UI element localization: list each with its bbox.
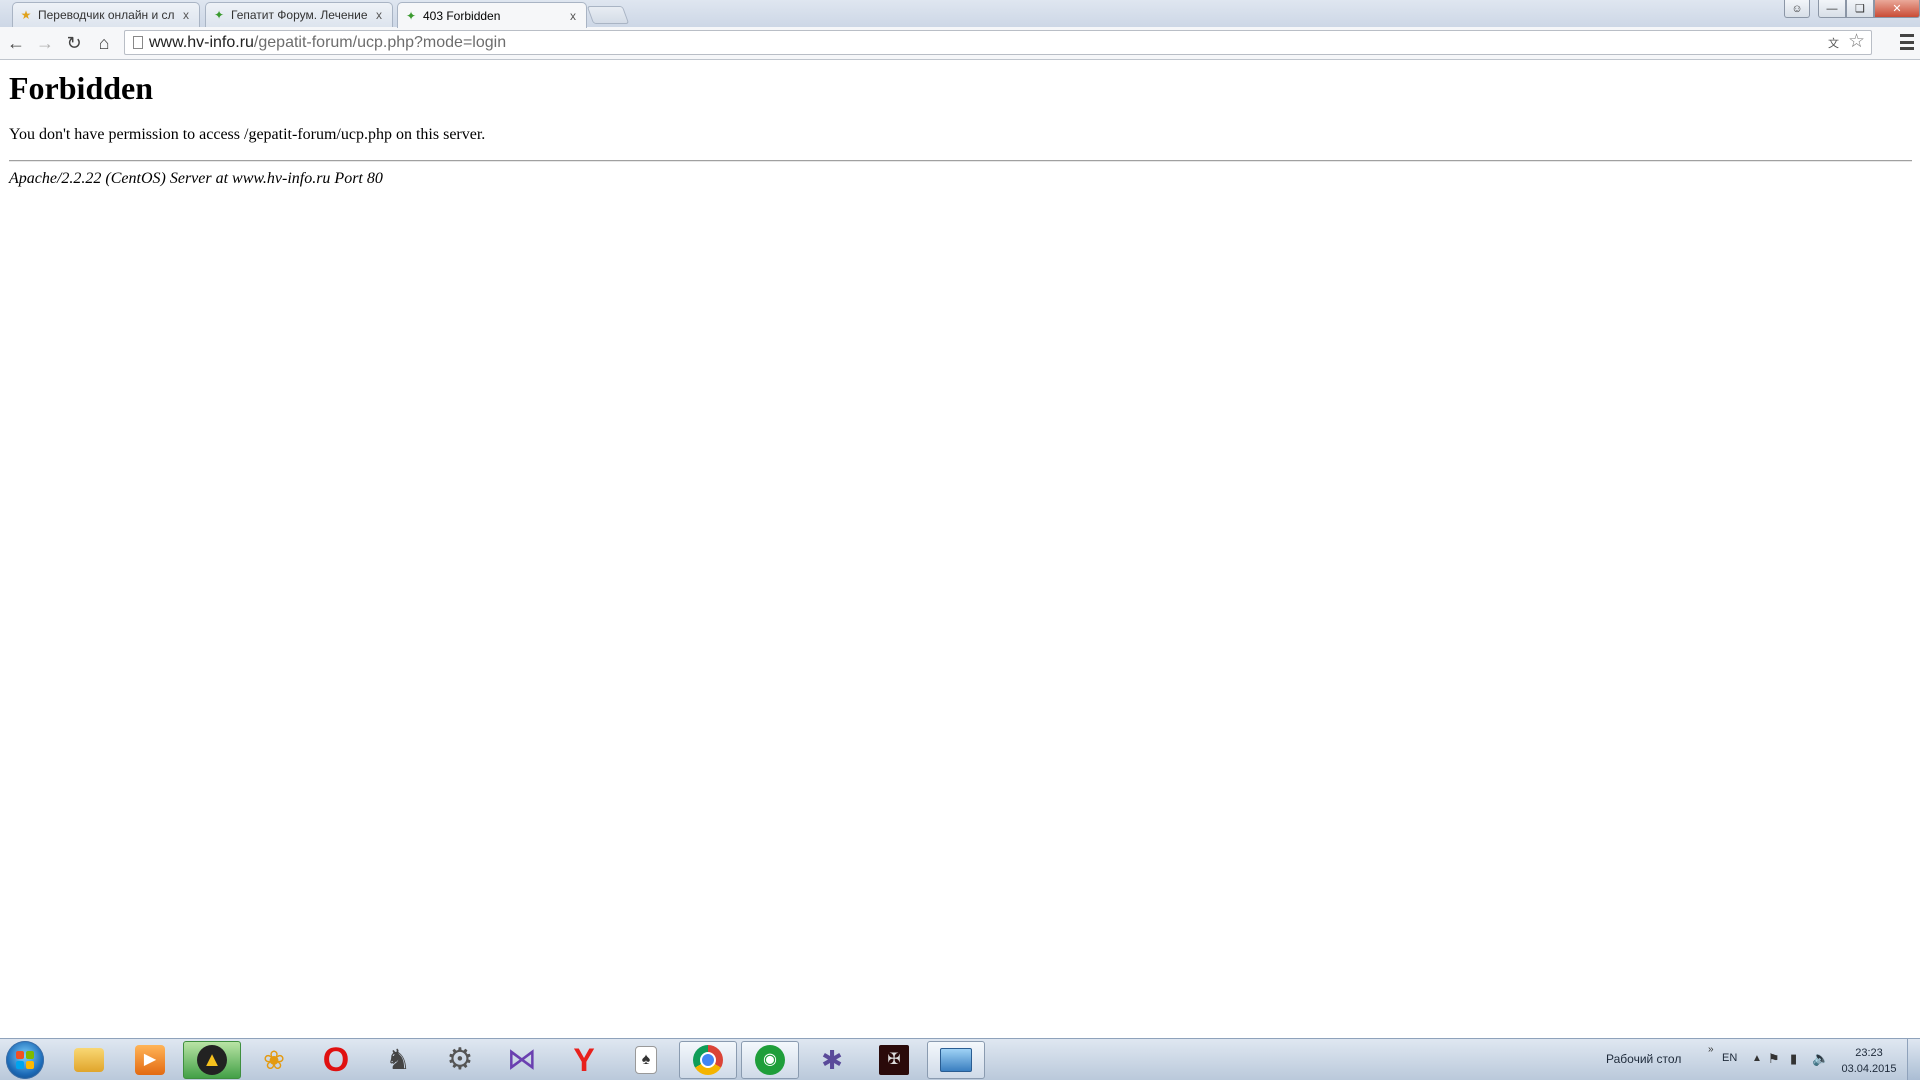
page-icon (133, 36, 143, 49)
tab-403-forbidden[interactable]: ✦ 403 Forbidden x (397, 2, 587, 28)
close-tab-icon[interactable]: x (179, 8, 193, 22)
close-tab-icon[interactable]: x (372, 8, 386, 22)
chrome-icon (693, 1045, 723, 1075)
windows-logo-icon (16, 1051, 34, 1069)
explorer-icon (74, 1048, 104, 1072)
taskbar-visual-studio[interactable]: ⋈ (493, 1041, 551, 1079)
tab-hepatitis-forum[interactable]: ✦ Гепатит Форум. Лечение x (205, 2, 393, 27)
opera-icon: O (322, 1041, 350, 1079)
dark-app-icon: ✠ (879, 1045, 909, 1075)
restore-button[interactable]: ❑ (1846, 0, 1874, 18)
taskbar-media-player[interactable]: ▶ (121, 1041, 179, 1079)
taskbar-yandex[interactable]: Y (555, 1041, 613, 1079)
star-icon[interactable]: ☆ (1848, 31, 1865, 53)
translate-favicon-icon: ★ (20, 8, 32, 22)
chess-icon: ♞ (385, 1044, 411, 1075)
leaf-favicon-icon: ✦ (213, 8, 225, 22)
browser-toolbar: ← → ↻ ⌂ www.hv-info.ru/gepatit-forum/ucp… (0, 27, 1920, 60)
home-icon[interactable]: ⌂ (92, 32, 116, 54)
taskbar-dark-app[interactable]: ✠ (865, 1041, 923, 1079)
reload-icon[interactable]: ↻ (62, 32, 86, 54)
error-message: You don't have permission to access /gep… (9, 126, 486, 143)
tab-title: Гепатит Форум. Лечение (231, 8, 368, 22)
forward-arrow-icon[interactable]: → (33, 32, 57, 54)
minimize-button[interactable]: — (1818, 0, 1846, 18)
taskbar-explorer[interactable] (60, 1041, 118, 1079)
translate-icon[interactable]: 文 (1826, 35, 1841, 50)
taskbar: ▶ ▲ ❀ O ♞ ⚙ ⋈ Y ♠ ◉ ✱ ✠ Рабочий стол » E… (0, 1038, 1920, 1080)
taskbar-aimp[interactable]: ▲ (183, 1041, 241, 1079)
new-tab-button[interactable] (586, 6, 630, 24)
show-desktop-button[interactable] (1907, 1039, 1920, 1080)
spider-icon: ✱ (821, 1045, 843, 1075)
taskbar-puzzle[interactable]: ❀ (245, 1041, 303, 1079)
clock[interactable]: 23:23 03.04.2015 (1834, 1045, 1904, 1077)
address-bar[interactable]: www.hv-info.ru/gepatit-forum/ucp.php?mod… (124, 30, 1872, 55)
solitaire-icon: ♠ (635, 1046, 657, 1074)
clock-date: 03.04.2015 (1841, 1063, 1897, 1075)
url-path: /gepatit-forum/ucp.php?mode=login (253, 34, 507, 51)
menu-icon[interactable] (1900, 34, 1914, 50)
tab-strip: ★ Переводчик онлайн и сл x ✦ Гепатит Фор… (0, 0, 1920, 28)
taskbar-solitaire[interactable]: ♠ (617, 1041, 675, 1079)
url-host: www.hv-info.ru (149, 34, 254, 51)
tab-title: Переводчик онлайн и сл (38, 8, 175, 22)
settings-gear-icon: ⚙ (446, 1043, 474, 1076)
taskbar-chess[interactable]: ♞ (369, 1041, 427, 1079)
action-center-flag-icon[interactable]: ⚑ (1768, 1051, 1780, 1067)
taskbar-spider[interactable]: ✱ (803, 1041, 861, 1079)
toolbar-chevron-icon[interactable]: » (1708, 1044, 1714, 1055)
back-arrow-icon[interactable]: ← (4, 32, 28, 54)
language-indicator[interactable]: EN (1722, 1052, 1737, 1064)
taskbar-settings[interactable]: ⚙ (431, 1041, 489, 1079)
taskbar-opera[interactable]: O (307, 1041, 365, 1079)
yandex-browser-icon: Y (573, 1042, 595, 1078)
tab-translator[interactable]: ★ Переводчик онлайн и сл x (12, 2, 200, 27)
network-icon[interactable]: ▮ (1790, 1051, 1797, 1067)
taskbar-picture-viewer[interactable] (927, 1041, 985, 1079)
start-button[interactable] (6, 1041, 44, 1079)
divider (9, 160, 1912, 162)
page-content: Forbidden You don't have permission to a… (0, 60, 1920, 1038)
server-signature: Apache/2.2.22 (CentOS) Server at www.hv-… (9, 170, 383, 187)
profile-icon[interactable]: ☺ (1784, 0, 1810, 18)
volume-icon[interactable]: 🔈 (1812, 1050, 1829, 1067)
picture-viewer-icon (940, 1048, 972, 1072)
clock-time: 23:23 (1855, 1047, 1883, 1059)
puzzle-app-icon: ❀ (263, 1045, 285, 1075)
taskbar-radio[interactable]: ◉ (741, 1041, 799, 1079)
close-window-button[interactable]: ✕ (1874, 0, 1920, 18)
page-title: Forbidden (9, 70, 154, 106)
url-text[interactable]: www.hv-info.ru/gepatit-forum/ucp.php?mod… (149, 34, 506, 52)
desktop-toolbar-label[interactable]: Рабочий стол (1606, 1052, 1681, 1066)
screen: ★ Переводчик онлайн и сл x ✦ Гепатит Фор… (0, 0, 1920, 1080)
show-hidden-icons-icon[interactable]: ▲ (1752, 1053, 1762, 1064)
visual-studio-icon: ⋈ (507, 1043, 537, 1076)
window-controls: ☺ — ❑ ✕ (1784, 0, 1920, 20)
radio-icon: ◉ (755, 1045, 785, 1075)
taskbar-chrome[interactable] (679, 1041, 737, 1079)
close-tab-icon[interactable]: x (566, 9, 580, 23)
media-player-icon: ▶ (135, 1045, 165, 1075)
aimp-icon: ▲ (197, 1045, 227, 1075)
system-tray: Рабочий стол » EN ▲ ⚑ ▮ 🔈 23:23 03.04.20… (1580, 1039, 1920, 1080)
leaf-favicon-icon: ✦ (405, 8, 417, 23)
tab-title: 403 Forbidden (423, 8, 501, 23)
